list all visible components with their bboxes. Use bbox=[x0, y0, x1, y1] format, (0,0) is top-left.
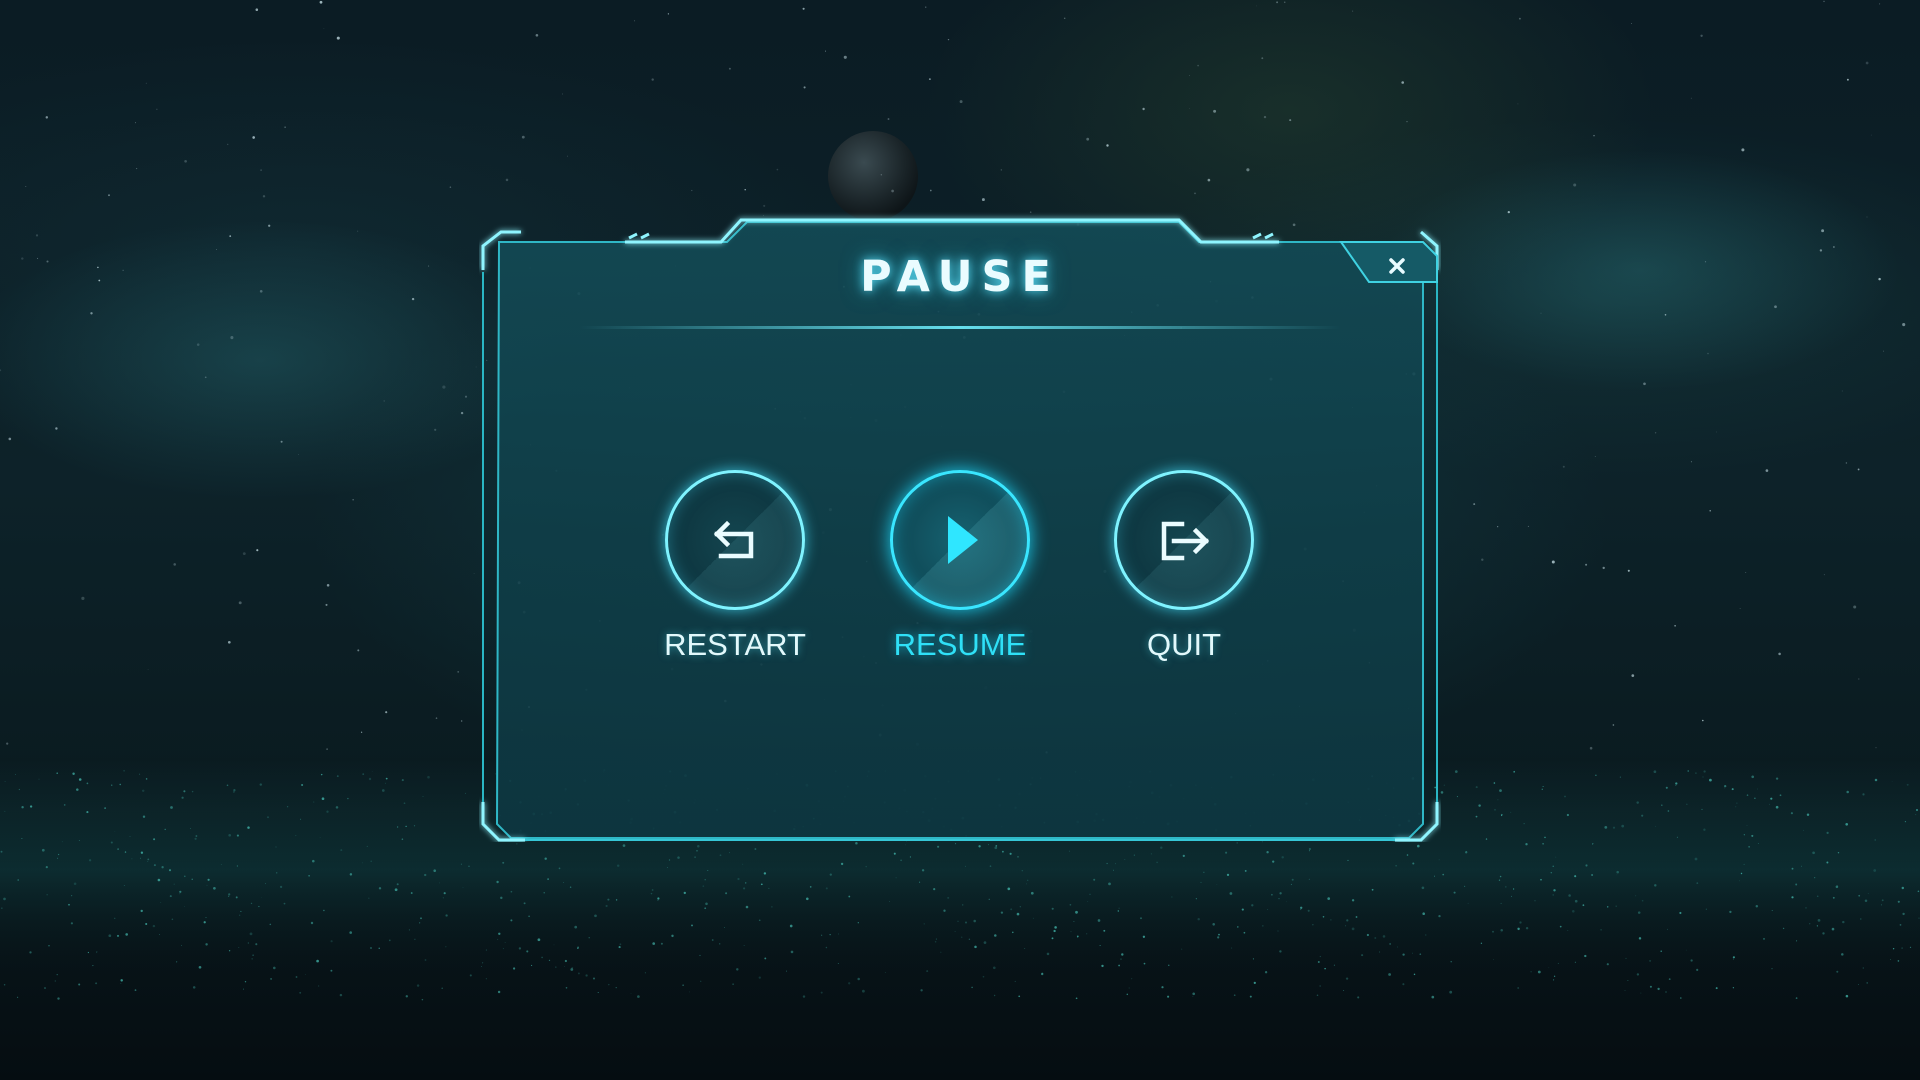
game-scene: PAUSE RESTART RESUME QUIT bbox=[0, 0, 1920, 1080]
page-title: PAUSE bbox=[860, 252, 1060, 302]
exit-icon bbox=[1161, 521, 1210, 561]
restart-icon bbox=[713, 520, 754, 559]
moon bbox=[828, 131, 918, 221]
quit-ring bbox=[1114, 470, 1254, 610]
quit-label: QUIT bbox=[1146, 627, 1222, 662]
restart-button[interactable]: RESTART bbox=[625, 470, 845, 680]
pause-dialog: PAUSE RESTART RESUME QUIT bbox=[479, 212, 1441, 842]
close-button[interactable] bbox=[1379, 248, 1415, 284]
resume-label: RESUME bbox=[893, 627, 1027, 662]
resume-ring bbox=[890, 470, 1030, 610]
close-icon bbox=[1389, 258, 1405, 274]
play-icon bbox=[948, 516, 978, 564]
restart-label: RESTART bbox=[664, 627, 806, 662]
restart-ring bbox=[665, 470, 805, 610]
quit-button[interactable]: QUIT bbox=[1074, 470, 1294, 680]
resume-button[interactable]: RESUME bbox=[850, 470, 1070, 680]
